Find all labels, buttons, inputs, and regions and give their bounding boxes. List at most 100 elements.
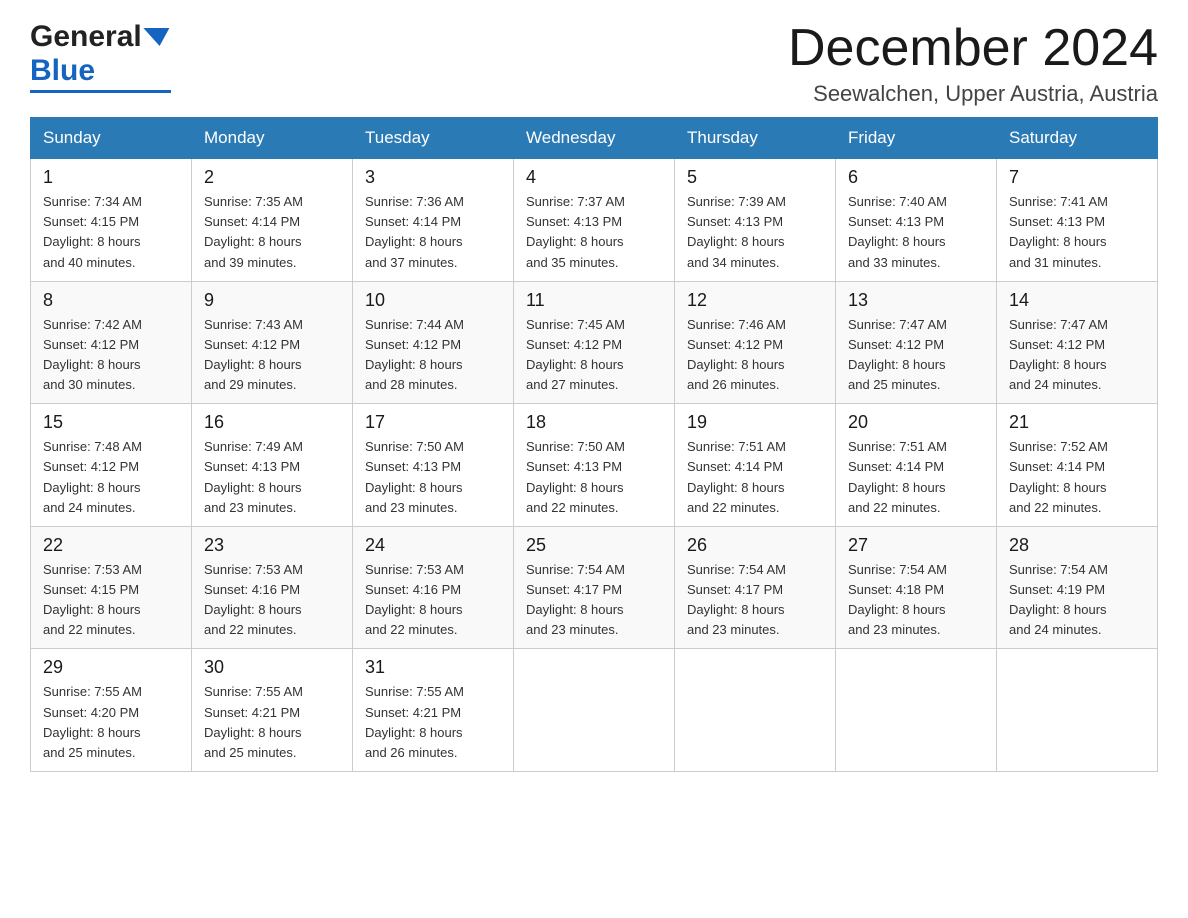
day-number: 13 [848, 290, 984, 311]
calendar-week-row: 1 Sunrise: 7:34 AMSunset: 4:15 PMDayligh… [31, 159, 1158, 282]
calendar-cell: 18 Sunrise: 7:50 AMSunset: 4:13 PMDaylig… [514, 404, 675, 527]
day-info: Sunrise: 7:39 AMSunset: 4:13 PMDaylight:… [687, 194, 786, 269]
day-number: 12 [687, 290, 823, 311]
weekday-header-thursday: Thursday [675, 118, 836, 159]
calendar-cell: 15 Sunrise: 7:48 AMSunset: 4:12 PMDaylig… [31, 404, 192, 527]
day-number: 10 [365, 290, 501, 311]
day-number: 30 [204, 657, 340, 678]
day-number: 20 [848, 412, 984, 433]
weekday-header-saturday: Saturday [997, 118, 1158, 159]
weekday-header-wednesday: Wednesday [514, 118, 675, 159]
calendar-cell: 21 Sunrise: 7:52 AMSunset: 4:14 PMDaylig… [997, 404, 1158, 527]
weekday-header-tuesday: Tuesday [353, 118, 514, 159]
day-info: Sunrise: 7:50 AMSunset: 4:13 PMDaylight:… [365, 439, 464, 514]
day-number: 1 [43, 167, 179, 188]
calendar-cell: 6 Sunrise: 7:40 AMSunset: 4:13 PMDayligh… [836, 159, 997, 282]
day-info: Sunrise: 7:41 AMSunset: 4:13 PMDaylight:… [1009, 194, 1108, 269]
calendar-cell: 31 Sunrise: 7:55 AMSunset: 4:21 PMDaylig… [353, 649, 514, 772]
day-info: Sunrise: 7:55 AMSunset: 4:21 PMDaylight:… [365, 684, 464, 759]
calendar-cell: 8 Sunrise: 7:42 AMSunset: 4:12 PMDayligh… [31, 281, 192, 404]
logo: General Blue [30, 20, 171, 93]
day-number: 15 [43, 412, 179, 433]
location-title: Seewalchen, Upper Austria, Austria [788, 81, 1158, 107]
day-info: Sunrise: 7:37 AMSunset: 4:13 PMDaylight:… [526, 194, 625, 269]
day-number: 26 [687, 535, 823, 556]
day-info: Sunrise: 7:53 AMSunset: 4:15 PMDaylight:… [43, 562, 142, 637]
day-info: Sunrise: 7:44 AMSunset: 4:12 PMDaylight:… [365, 317, 464, 392]
page-header: General Blue December 2024 Seewalchen, U… [30, 20, 1158, 107]
day-number: 18 [526, 412, 662, 433]
calendar-cell: 10 Sunrise: 7:44 AMSunset: 4:12 PMDaylig… [353, 281, 514, 404]
weekday-header-friday: Friday [836, 118, 997, 159]
day-info: Sunrise: 7:51 AMSunset: 4:14 PMDaylight:… [848, 439, 947, 514]
day-info: Sunrise: 7:54 AMSunset: 4:19 PMDaylight:… [1009, 562, 1108, 637]
day-info: Sunrise: 7:34 AMSunset: 4:15 PMDaylight:… [43, 194, 142, 269]
calendar-cell: 11 Sunrise: 7:45 AMSunset: 4:12 PMDaylig… [514, 281, 675, 404]
day-number: 22 [43, 535, 179, 556]
day-info: Sunrise: 7:49 AMSunset: 4:13 PMDaylight:… [204, 439, 303, 514]
calendar-cell: 1 Sunrise: 7:34 AMSunset: 4:15 PMDayligh… [31, 159, 192, 282]
day-number: 19 [687, 412, 823, 433]
day-number: 31 [365, 657, 501, 678]
calendar-cell [997, 649, 1158, 772]
logo-general-text: General [30, 20, 142, 54]
day-info: Sunrise: 7:50 AMSunset: 4:13 PMDaylight:… [526, 439, 625, 514]
day-number: 11 [526, 290, 662, 311]
day-number: 5 [687, 167, 823, 188]
calendar-cell: 26 Sunrise: 7:54 AMSunset: 4:17 PMDaylig… [675, 526, 836, 649]
weekday-header-row: SundayMondayTuesdayWednesdayThursdayFrid… [31, 118, 1158, 159]
calendar-cell: 14 Sunrise: 7:47 AMSunset: 4:12 PMDaylig… [997, 281, 1158, 404]
day-info: Sunrise: 7:54 AMSunset: 4:17 PMDaylight:… [526, 562, 625, 637]
day-info: Sunrise: 7:54 AMSunset: 4:18 PMDaylight:… [848, 562, 947, 637]
day-info: Sunrise: 7:52 AMSunset: 4:14 PMDaylight:… [1009, 439, 1108, 514]
day-number: 9 [204, 290, 340, 311]
calendar-cell [514, 649, 675, 772]
calendar-cell: 2 Sunrise: 7:35 AMSunset: 4:14 PMDayligh… [192, 159, 353, 282]
calendar-week-row: 15 Sunrise: 7:48 AMSunset: 4:12 PMDaylig… [31, 404, 1158, 527]
day-number: 21 [1009, 412, 1145, 433]
day-info: Sunrise: 7:54 AMSunset: 4:17 PMDaylight:… [687, 562, 786, 637]
day-info: Sunrise: 7:42 AMSunset: 4:12 PMDaylight:… [43, 317, 142, 392]
calendar-cell [675, 649, 836, 772]
day-number: 29 [43, 657, 179, 678]
calendar-cell: 9 Sunrise: 7:43 AMSunset: 4:12 PMDayligh… [192, 281, 353, 404]
day-info: Sunrise: 7:40 AMSunset: 4:13 PMDaylight:… [848, 194, 947, 269]
day-number: 28 [1009, 535, 1145, 556]
day-info: Sunrise: 7:53 AMSunset: 4:16 PMDaylight:… [365, 562, 464, 637]
month-title: December 2024 [788, 20, 1158, 77]
logo-underline [30, 90, 171, 93]
calendar-cell: 17 Sunrise: 7:50 AMSunset: 4:13 PMDaylig… [353, 404, 514, 527]
calendar-week-row: 8 Sunrise: 7:42 AMSunset: 4:12 PMDayligh… [31, 281, 1158, 404]
day-number: 17 [365, 412, 501, 433]
calendar-cell: 27 Sunrise: 7:54 AMSunset: 4:18 PMDaylig… [836, 526, 997, 649]
day-info: Sunrise: 7:35 AMSunset: 4:14 PMDaylight:… [204, 194, 303, 269]
calendar-cell: 22 Sunrise: 7:53 AMSunset: 4:15 PMDaylig… [31, 526, 192, 649]
day-number: 14 [1009, 290, 1145, 311]
day-number: 4 [526, 167, 662, 188]
day-number: 16 [204, 412, 340, 433]
logo-blue-text: Blue [30, 54, 95, 88]
day-info: Sunrise: 7:53 AMSunset: 4:16 PMDaylight:… [204, 562, 303, 637]
day-info: Sunrise: 7:48 AMSunset: 4:12 PMDaylight:… [43, 439, 142, 514]
calendar-cell: 7 Sunrise: 7:41 AMSunset: 4:13 PMDayligh… [997, 159, 1158, 282]
logo-triangle-icon [143, 28, 172, 46]
calendar-cell: 4 Sunrise: 7:37 AMSunset: 4:13 PMDayligh… [514, 159, 675, 282]
day-number: 25 [526, 535, 662, 556]
calendar-cell: 28 Sunrise: 7:54 AMSunset: 4:19 PMDaylig… [997, 526, 1158, 649]
calendar-cell: 12 Sunrise: 7:46 AMSunset: 4:12 PMDaylig… [675, 281, 836, 404]
calendar-cell: 16 Sunrise: 7:49 AMSunset: 4:13 PMDaylig… [192, 404, 353, 527]
day-info: Sunrise: 7:55 AMSunset: 4:21 PMDaylight:… [204, 684, 303, 759]
day-info: Sunrise: 7:43 AMSunset: 4:12 PMDaylight:… [204, 317, 303, 392]
calendar-cell: 19 Sunrise: 7:51 AMSunset: 4:14 PMDaylig… [675, 404, 836, 527]
calendar-week-row: 22 Sunrise: 7:53 AMSunset: 4:15 PMDaylig… [31, 526, 1158, 649]
calendar-cell: 13 Sunrise: 7:47 AMSunset: 4:12 PMDaylig… [836, 281, 997, 404]
day-number: 8 [43, 290, 179, 311]
calendar-cell: 29 Sunrise: 7:55 AMSunset: 4:20 PMDaylig… [31, 649, 192, 772]
day-number: 3 [365, 167, 501, 188]
calendar-week-row: 29 Sunrise: 7:55 AMSunset: 4:20 PMDaylig… [31, 649, 1158, 772]
day-number: 7 [1009, 167, 1145, 188]
calendar-cell: 24 Sunrise: 7:53 AMSunset: 4:16 PMDaylig… [353, 526, 514, 649]
calendar-table: SundayMondayTuesdayWednesdayThursdayFrid… [30, 117, 1158, 772]
weekday-header-sunday: Sunday [31, 118, 192, 159]
day-number: 6 [848, 167, 984, 188]
